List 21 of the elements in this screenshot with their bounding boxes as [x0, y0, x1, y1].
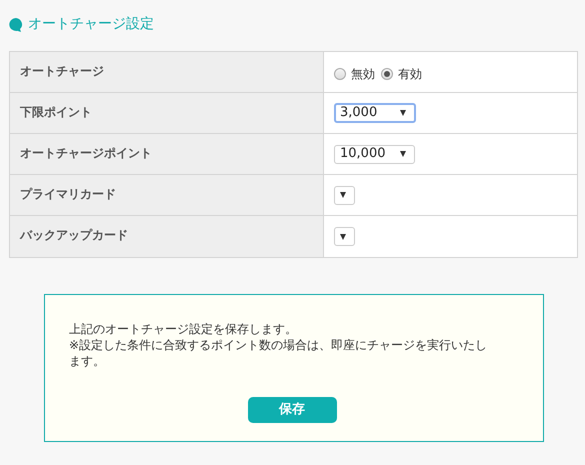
- radio-label[interactable]: 無効: [351, 65, 375, 83]
- dropdown[interactable]: [334, 186, 355, 204]
- caret-icon: [400, 151, 406, 157]
- field-label: プライマリカード: [20, 187, 116, 201]
- field-label: オートチャージポイント: [20, 146, 152, 160]
- dropdown[interactable]: 10,000: [334, 144, 415, 164]
- speech-bubble-icon: [9, 18, 23, 32]
- caret-icon: [340, 234, 346, 240]
- field-label: 下限ポイント: [20, 105, 92, 119]
- caret-icon: [340, 192, 346, 198]
- dropdown[interactable]: 3,000: [334, 103, 416, 123]
- radio-button[interactable]: [334, 68, 346, 80]
- radio-button[interactable]: [381, 68, 393, 80]
- dropdown[interactable]: [334, 227, 355, 246]
- caret-icon: [400, 110, 406, 116]
- section-title: オートチャージ設定: [28, 15, 154, 34]
- field-label: バックアップカード: [20, 228, 128, 242]
- notice-text: 上記のオートチャージ設定を保存します。: [69, 321, 298, 337]
- radio-label[interactable]: 有効: [398, 65, 422, 83]
- notice-text: ※設定した条件に合致するポイント数の場合は、即座にチャージを実行いたします。: [69, 337, 488, 369]
- field-label: オートチャージ: [20, 64, 104, 78]
